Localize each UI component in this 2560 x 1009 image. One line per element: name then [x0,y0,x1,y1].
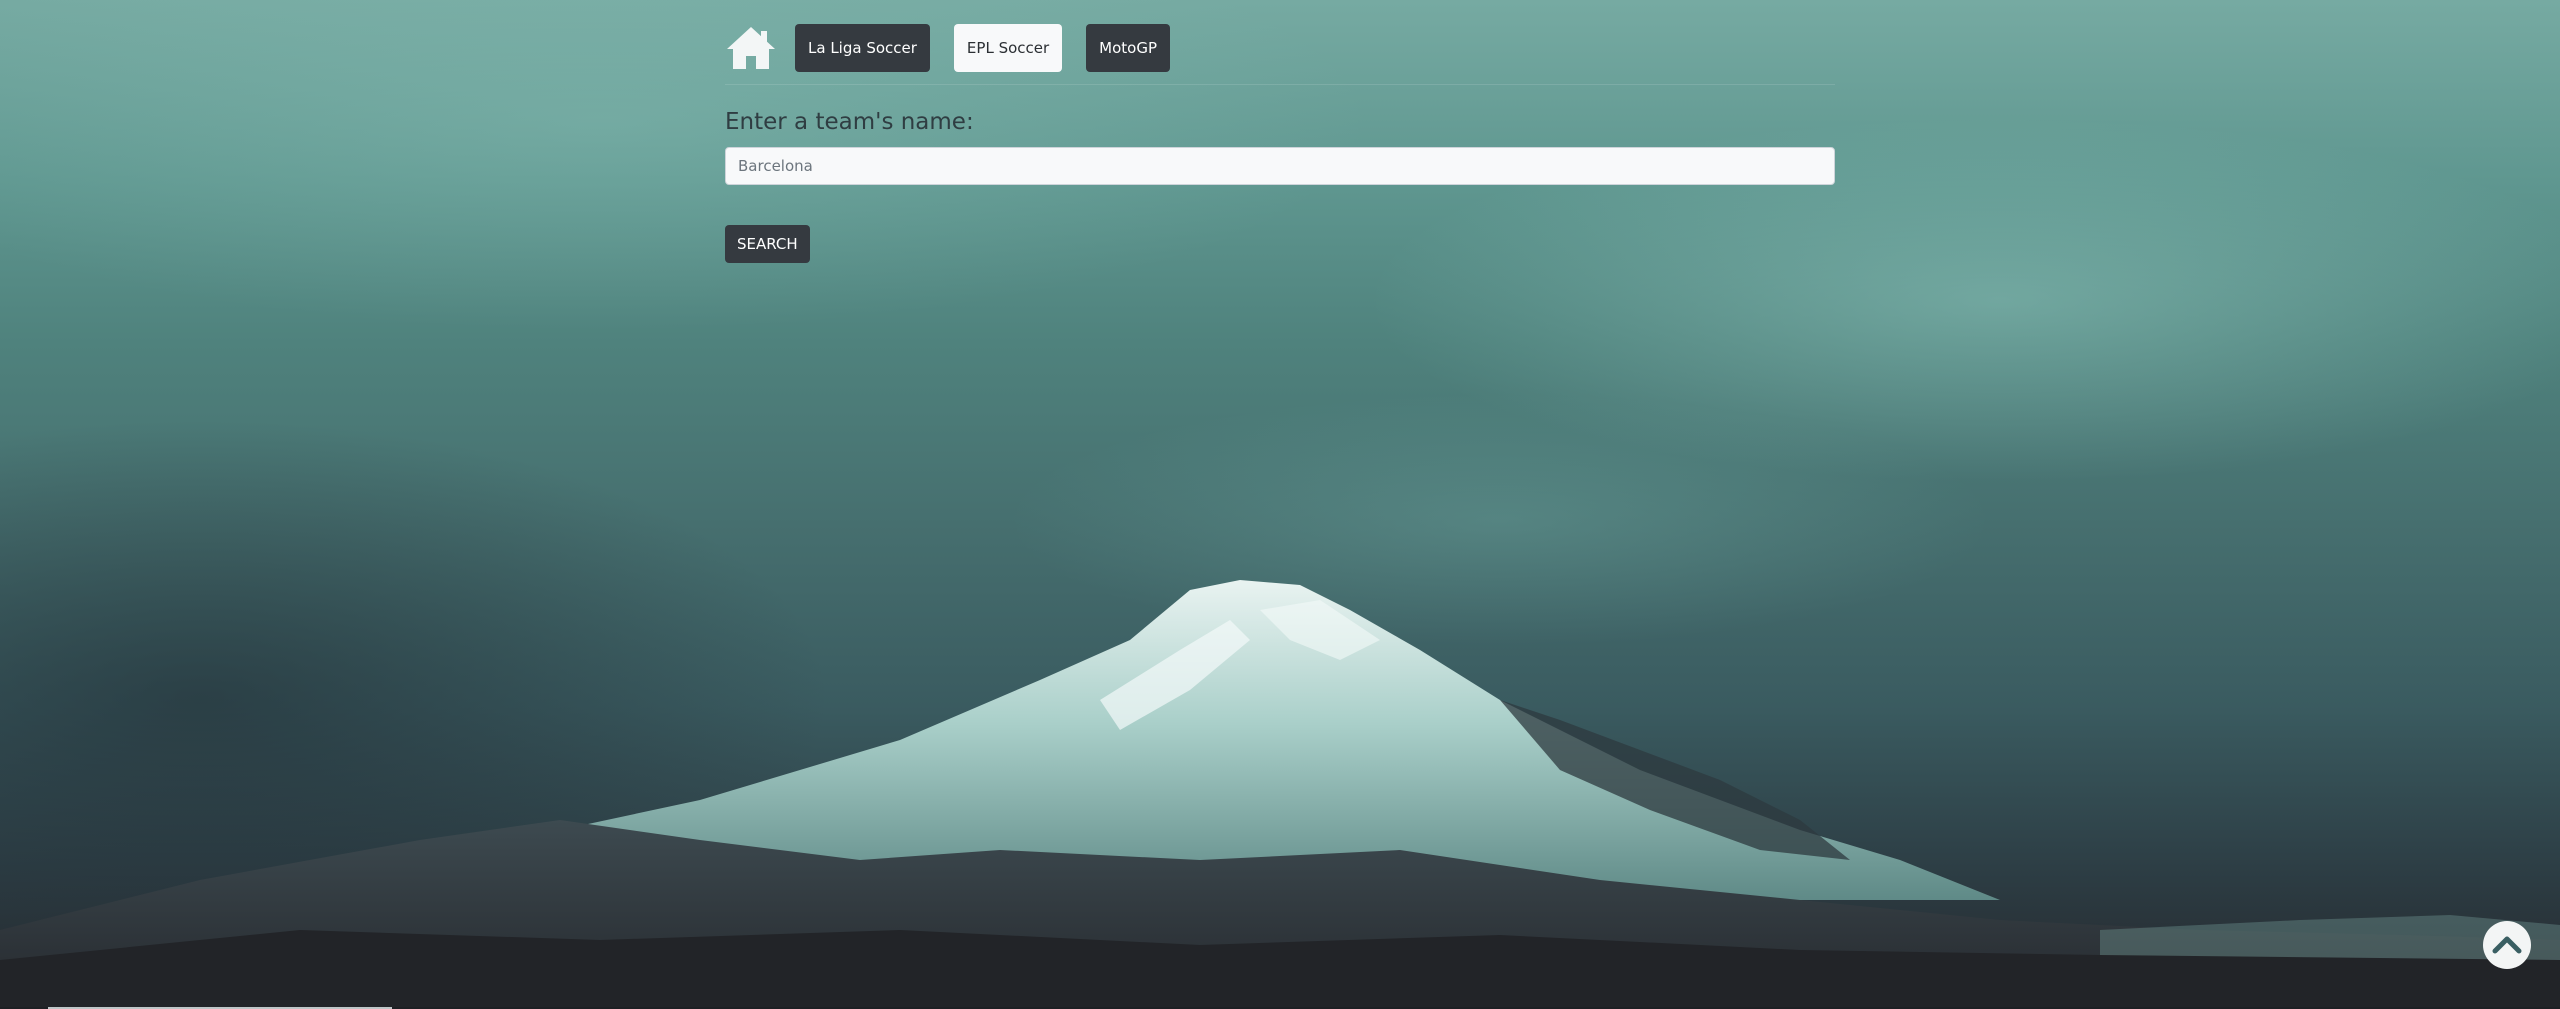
team-name-label: Enter a team's name: [725,109,974,135]
page: La Liga Soccer EPL Soccer MotoGP Enter a… [0,0,2560,1009]
nav-button-motogp[interactable]: MotoGP [1086,24,1171,72]
search-button[interactable]: SEARCH [725,225,810,263]
nav-button-epl-soccer[interactable]: EPL Soccer [953,24,1063,72]
home-icon[interactable] [725,25,777,71]
main-content: La Liga Soccer EPL Soccer MotoGP Enter a… [725,24,1835,263]
chevron-up-icon [2492,936,2522,954]
scroll-to-top-button[interactable] [2483,921,2531,969]
top-nav: La Liga Soccer EPL Soccer MotoGP [725,24,1835,85]
nav-button-la-liga-soccer[interactable]: La Liga Soccer [795,24,930,72]
team-name-input[interactable] [725,147,1835,185]
